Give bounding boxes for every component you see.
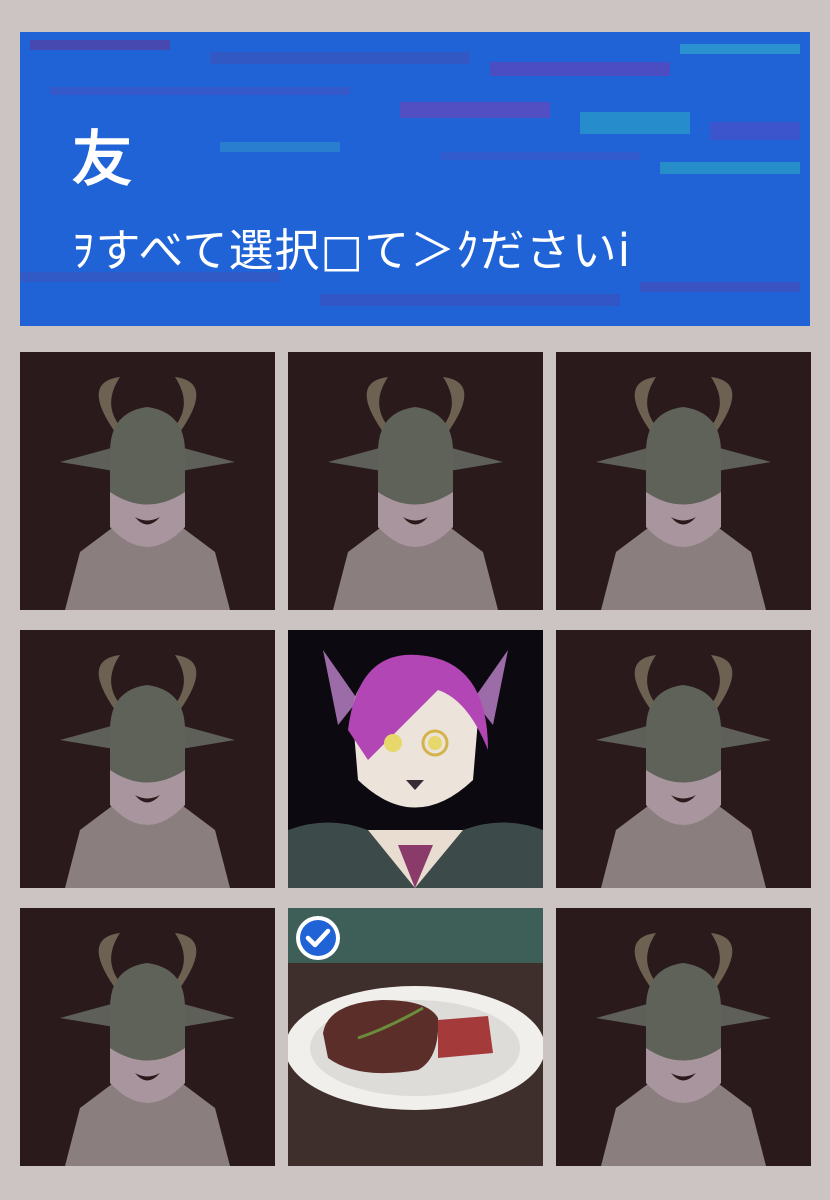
grid-tile-7[interactable] (20, 908, 275, 1166)
goat-silhouette-image (20, 352, 275, 610)
prompt-instruction: ｦすべて選択□て＞ｸださいi (72, 224, 632, 277)
grid-tile-8[interactable] (288, 908, 543, 1166)
goat-silhouette-image (556, 630, 811, 888)
grid-tile-2[interactable] (288, 352, 543, 610)
grid-tile-4[interactable] (20, 630, 275, 888)
wolf-character-image (288, 630, 543, 888)
goat-silhouette-image (556, 352, 811, 610)
prompt-title: 友 (72, 125, 132, 195)
grid-tile-3[interactable] (556, 352, 811, 610)
goat-silhouette-image (556, 908, 811, 1166)
grid-tile-5[interactable] (288, 630, 543, 888)
grid-tile-1[interactable] (20, 352, 275, 610)
goat-silhouette-image (288, 352, 543, 610)
grid-tile-6[interactable] (556, 630, 811, 888)
selected-check-icon (296, 916, 340, 960)
goat-silhouette-image (20, 908, 275, 1166)
glitch-noise-overlay (20, 40, 800, 306)
captcha-prompt-banner: 友 ｦすべて選択□て＞ｸださいi (20, 32, 810, 326)
grid-tile-9[interactable] (556, 908, 811, 1166)
goat-silhouette-image (20, 630, 275, 888)
